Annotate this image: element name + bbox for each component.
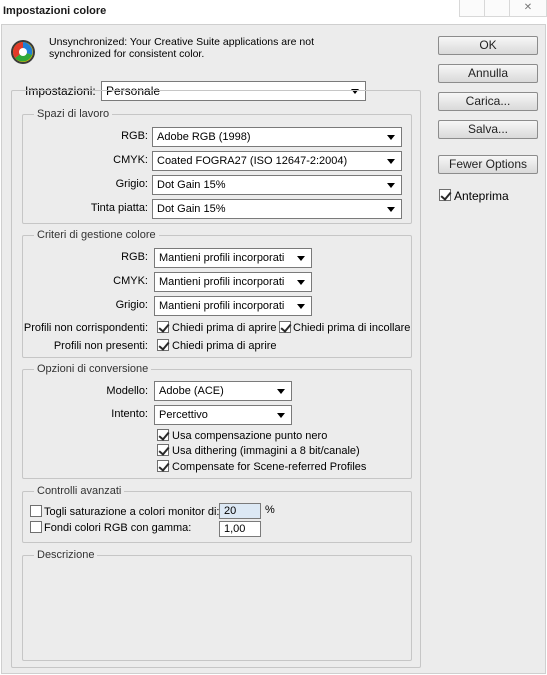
workspace-spot-label: Tinta piatta: [90, 202, 148, 214]
missing-label: Profili non presenti: [53, 340, 148, 352]
desaturate-input[interactable]: 20 [219, 503, 261, 519]
maximize-button[interactable] [484, 0, 510, 17]
cancel-button[interactable]: Annulla [438, 64, 538, 83]
window-title: Impostazioni colore [3, 5, 107, 17]
preview-checkbox[interactable] [439, 189, 451, 201]
policies-title: Criteri di gestione colore [34, 229, 159, 241]
conversion-title: Opzioni di conversione [34, 363, 152, 375]
ask-paste-label: Chiedi prima di incollare [293, 322, 411, 334]
policy-gray-select[interactable]: Mantieni profili incorporati [154, 296, 312, 316]
policy-rgb-value: Mantieni profili incorporati [159, 252, 285, 264]
blend-label: Fondi colori RGB con gamma: [44, 522, 192, 534]
intent-value: Percettivo [159, 409, 208, 421]
workspaces-title: Spazi di lavoro [34, 108, 113, 120]
description-title: Descrizione [34, 549, 98, 561]
chevron-down-icon [387, 135, 395, 140]
mismatch-label: Profili non corrispondenti: [23, 322, 148, 334]
policy-cmyk-select[interactable]: Mantieni profili incorporati [154, 272, 312, 292]
engine-label: Modello: [106, 385, 148, 397]
minimize-button[interactable] [459, 0, 485, 17]
advanced-title: Controlli avanzati [34, 485, 125, 497]
ask-open-checkbox[interactable] [157, 321, 169, 333]
ask-open-label: Chiedi prima di aprire [172, 322, 277, 334]
workspace-gray-select[interactable]: Dot Gain 15% [152, 175, 402, 195]
policy-rgb-label: RGB: [121, 251, 148, 263]
bpc-checkbox[interactable] [157, 429, 169, 441]
desaturate-label: Togli saturazione a colori monitor di: [44, 506, 220, 518]
chevron-down-icon [297, 256, 305, 261]
engine-value: Adobe (ACE) [159, 385, 224, 397]
policy-gray-label: Grigio: [115, 299, 148, 311]
ask-paste-checkbox[interactable] [279, 321, 291, 333]
chevron-down-icon [297, 280, 305, 285]
workspace-cmyk-value: Coated FOGRA27 (ISO 12647-2:2004) [157, 155, 348, 167]
ask-open-missing-label: Chiedi prima di aprire [172, 340, 277, 352]
chevron-down-icon [297, 304, 305, 309]
dither-label: Usa dithering (immagini a 8 bit/canale) [172, 445, 360, 457]
fewer-options-button[interactable]: Fewer Options [438, 155, 538, 174]
dither-checkbox[interactable] [157, 444, 169, 456]
workspace-rgb-value: Adobe RGB (1998) [157, 131, 251, 143]
chevron-down-icon [387, 207, 395, 212]
chevron-down-icon [387, 183, 395, 188]
ok-button[interactable]: OK [438, 36, 538, 55]
workspace-spot-value: Dot Gain 15% [157, 203, 226, 215]
load-button[interactable]: Carica... [438, 92, 538, 111]
workspace-cmyk-label: CMYK: [113, 154, 148, 166]
workspace-rgb-select[interactable]: Adobe RGB (1998) [152, 127, 402, 147]
color-settings-icon [11, 40, 35, 64]
workspace-spot-select[interactable]: Dot Gain 15% [152, 199, 402, 219]
close-icon[interactable]: ✕ [509, 0, 547, 17]
workspace-cmyk-select[interactable]: Coated FOGRA27 (ISO 12647-2:2004) [152, 151, 402, 171]
policy-rgb-select[interactable]: Mantieni profili incorporati [154, 248, 312, 268]
desaturate-checkbox[interactable] [30, 505, 42, 517]
policy-gray-value: Mantieni profili incorporati [159, 300, 285, 312]
save-button[interactable]: Salva... [438, 120, 538, 139]
engine-select[interactable]: Adobe (ACE) [154, 381, 292, 401]
workspace-gray-label: Grigio: [115, 178, 148, 190]
workspace-gray-value: Dot Gain 15% [157, 179, 226, 191]
chevron-down-icon [387, 159, 395, 164]
preview-label: Anteprima [454, 189, 509, 203]
scene-label: Compensate for Scene-referred Profiles [172, 461, 367, 473]
percent-label: % [265, 504, 275, 516]
sync-message: Unsynchronized: Your Creative Suite appl… [49, 36, 314, 60]
workspace-rgb-label: RGB: [121, 130, 148, 142]
scene-checkbox[interactable] [157, 460, 169, 472]
description-group [22, 555, 412, 661]
intent-select[interactable]: Percettivo [154, 405, 292, 425]
policy-cmyk-label: CMYK: [113, 275, 148, 287]
policy-cmyk-value: Mantieni profili incorporati [159, 276, 285, 288]
bpc-label: Usa compensazione punto nero [172, 430, 328, 442]
ask-open-missing-checkbox[interactable] [157, 339, 169, 351]
title-bar: Impostazioni colore ✕ [0, 0, 547, 24]
blend-checkbox[interactable] [30, 521, 42, 533]
chevron-down-icon [277, 413, 285, 418]
chevron-down-icon [277, 389, 285, 394]
blend-input[interactable]: 1,00 [219, 521, 261, 537]
intent-label: Intento: [111, 408, 148, 420]
